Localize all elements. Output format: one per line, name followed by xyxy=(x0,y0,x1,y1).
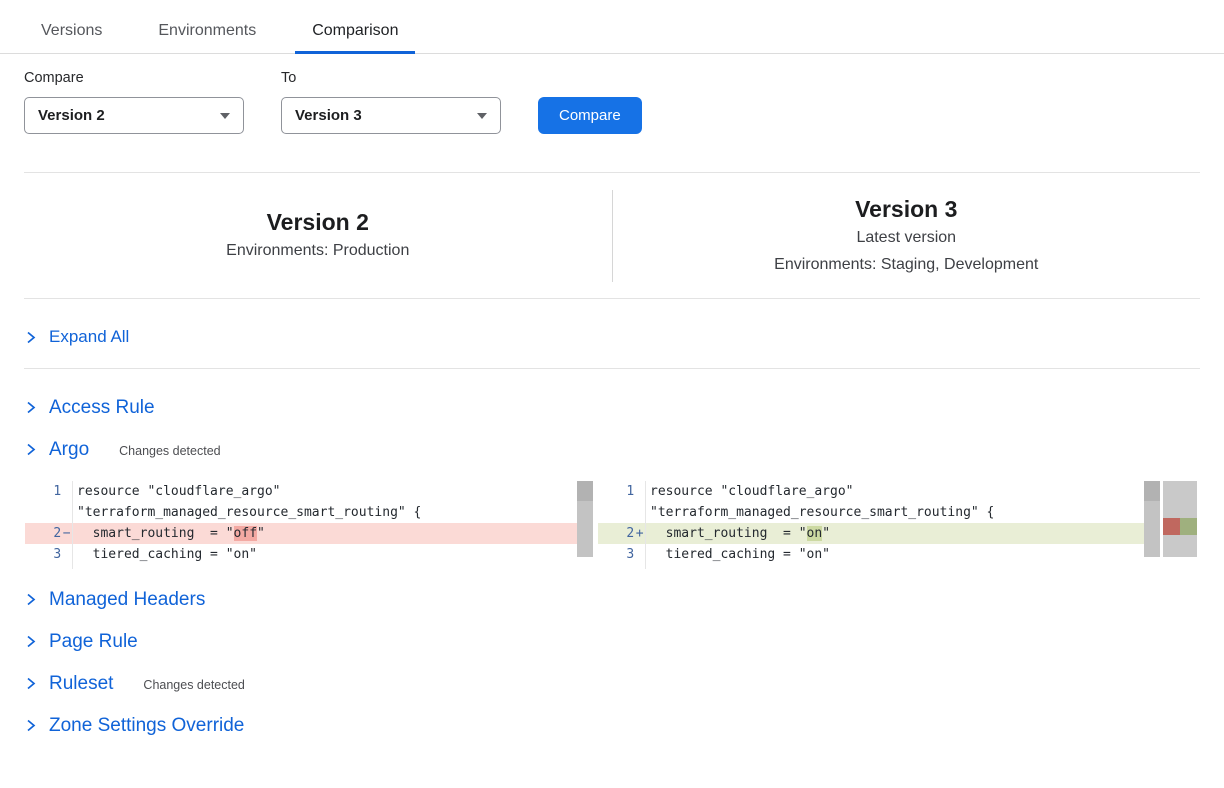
code-text: tiered_caching = "on" xyxy=(73,544,577,565)
line-number: 3 xyxy=(598,544,634,565)
section-label: Argo xyxy=(49,438,89,461)
line-number: 2 xyxy=(25,523,61,544)
divider xyxy=(24,368,1200,369)
tab-versions[interactable]: Versions xyxy=(24,13,119,53)
diff-line: 1 resource "cloudflare_argo" xyxy=(25,481,577,502)
diff-line-added: 2+ smart_routing = "on" xyxy=(598,523,1144,544)
changes-detected-badge: Changes detected xyxy=(119,441,220,458)
diff-line: 3 tiered_caching = "on" xyxy=(25,544,577,565)
compare-to-value: Version 3 xyxy=(295,107,362,124)
version-right-subtitle: Latest version xyxy=(856,224,956,251)
diff-right-code: 1 resource "cloudflare_argo" "terraform_… xyxy=(598,481,1144,569)
to-field: To Version 3 xyxy=(281,70,501,134)
chevron-right-icon xyxy=(24,331,37,344)
compare-to-select[interactable]: Version 3 xyxy=(281,97,501,134)
section-page-rule[interactable]: Page Rule xyxy=(24,630,1200,653)
chevron-right-icon xyxy=(24,593,37,606)
chevron-right-icon xyxy=(24,401,37,414)
version-headers: Version 2 Environments: Production Versi… xyxy=(24,173,1200,298)
line-number: 3 xyxy=(25,544,61,565)
section-label: Zone Settings Override xyxy=(49,714,244,737)
expand-all-button[interactable]: Expand All xyxy=(0,299,1224,368)
code-text: } xyxy=(646,565,1144,569)
compare-form: Compare Version 2 To Version 3 Compare xyxy=(0,54,1224,134)
line-number: 2 xyxy=(598,523,634,544)
compare-field: Compare Version 2 xyxy=(24,70,244,134)
diff-line-clipped: } xyxy=(25,565,577,569)
section-label: Access Rule xyxy=(49,396,155,419)
minimap-removed-mark xyxy=(1163,518,1180,535)
compare-from-value: Version 2 xyxy=(38,107,105,124)
diff-line-clipped: } xyxy=(598,565,1144,569)
diff-line-wrap: "terraform_managed_resource_smart_routin… xyxy=(598,502,1144,523)
compare-field-label: Compare xyxy=(24,70,244,86)
word-diff: off xyxy=(234,526,257,541)
section-label: Page Rule xyxy=(49,630,138,653)
left-scrollbar[interactable] xyxy=(577,481,593,557)
version-left-title: Version 2 xyxy=(267,207,369,237)
diff-right-panel: 1 resource "cloudflare_argo" "terraform_… xyxy=(598,481,1160,569)
section-zone-settings-override[interactable]: Zone Settings Override xyxy=(24,714,1200,737)
changes-detected-badge: Changes detected xyxy=(143,675,244,692)
chevron-right-icon xyxy=(24,635,37,648)
diff-left-panel: 1 resource "cloudflare_argo" "terraform_… xyxy=(25,481,593,569)
to-field-label: To xyxy=(281,70,501,86)
tab-comparison[interactable]: Comparison xyxy=(295,13,415,53)
version-right-environments: Environments: Staging, Development xyxy=(774,251,1038,278)
section-access-rule[interactable]: Access Rule xyxy=(24,396,1200,419)
tab-bar: Versions Environments Comparison xyxy=(0,0,1224,54)
sections-list: Access Rule Argo Changes detected 1 reso… xyxy=(0,396,1224,737)
expand-all-label: Expand All xyxy=(49,327,129,347)
version-right-header: Version 3 Latest version Environments: S… xyxy=(613,173,1201,298)
diff-line: 1 resource "cloudflare_argo" xyxy=(598,481,1144,502)
version-left-header: Version 2 Environments: Production xyxy=(24,173,612,298)
line-number: 1 xyxy=(25,481,61,502)
code-text: resource "cloudflare_argo" xyxy=(73,481,577,502)
version-left-environments: Environments: Production xyxy=(226,237,409,264)
section-ruleset[interactable]: Ruleset Changes detected xyxy=(24,672,1200,695)
compare-from-select[interactable]: Version 2 xyxy=(24,97,244,134)
code-text: smart_routing = "on" xyxy=(646,523,1144,544)
chevron-right-icon xyxy=(24,677,37,690)
diff-line: 3 tiered_caching = "on" xyxy=(598,544,1144,565)
code-text: } xyxy=(73,565,577,569)
section-label: Ruleset xyxy=(49,672,113,695)
line-number: 1 xyxy=(598,481,634,502)
diff-line-wrap: "terraform_managed_resource_smart_routin… xyxy=(25,502,577,523)
minimap-added-mark xyxy=(1180,518,1197,535)
section-label: Managed Headers xyxy=(49,588,205,611)
right-scrollbar[interactable] xyxy=(1144,481,1160,557)
tab-environments[interactable]: Environments xyxy=(141,13,273,53)
minus-sign: − xyxy=(61,523,72,544)
diff-minimap xyxy=(1163,481,1197,557)
diff-left-code: 1 resource "cloudflare_argo" "terraform_… xyxy=(25,481,577,569)
section-argo[interactable]: Argo Changes detected xyxy=(24,438,1200,461)
compare-button[interactable]: Compare xyxy=(538,97,642,134)
word-diff: on xyxy=(807,526,823,541)
code-text: "terraform_managed_resource_smart_routin… xyxy=(73,502,577,523)
diff-line-removed: 2− smart_routing = "off" xyxy=(25,523,577,544)
code-text: smart_routing = "off" xyxy=(73,523,577,544)
argo-diff: 1 resource "cloudflare_argo" "terraform_… xyxy=(25,481,1200,569)
version-right-title: Version 3 xyxy=(855,194,957,224)
section-managed-headers[interactable]: Managed Headers xyxy=(24,588,1200,611)
code-text: "terraform_managed_resource_smart_routin… xyxy=(646,502,1144,523)
code-text: resource "cloudflare_argo" xyxy=(646,481,1144,502)
chevron-right-icon xyxy=(24,443,37,456)
chevron-right-icon xyxy=(24,719,37,732)
chevron-down-icon xyxy=(220,113,230,119)
chevron-down-icon xyxy=(477,113,487,119)
plus-sign: + xyxy=(634,523,645,544)
code-text: tiered_caching = "on" xyxy=(646,544,1144,565)
